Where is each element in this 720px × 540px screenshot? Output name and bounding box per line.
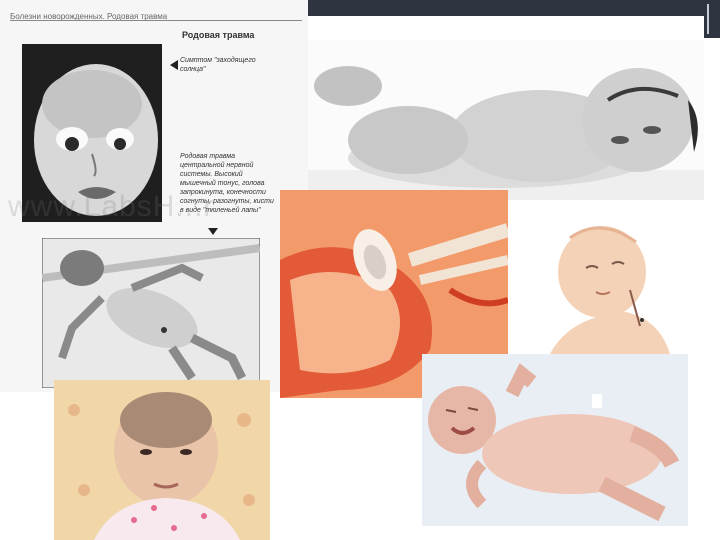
lying-infant-photo xyxy=(308,40,704,200)
watermark-text: www.LabsH...r xyxy=(8,190,215,223)
book-page-title: Родовая травма xyxy=(182,30,255,40)
crying-newborn-photo xyxy=(422,354,688,526)
scanned-book-page: Болезни новорожденных. Родовая травма Ро… xyxy=(0,0,308,392)
sunset-sign-caption: Симптом "заходящего солнца" xyxy=(180,57,256,73)
header-rule xyxy=(10,20,302,21)
arrow-left-icon xyxy=(170,60,178,70)
infant-pink-onesie-photo xyxy=(54,380,270,540)
infant-neck-illustration xyxy=(530,220,680,354)
slide-corner-line xyxy=(707,4,709,34)
infant-spastic-posture-photo xyxy=(42,238,260,388)
slide-top-bar xyxy=(240,0,720,16)
arrow-down-icon xyxy=(208,228,218,235)
